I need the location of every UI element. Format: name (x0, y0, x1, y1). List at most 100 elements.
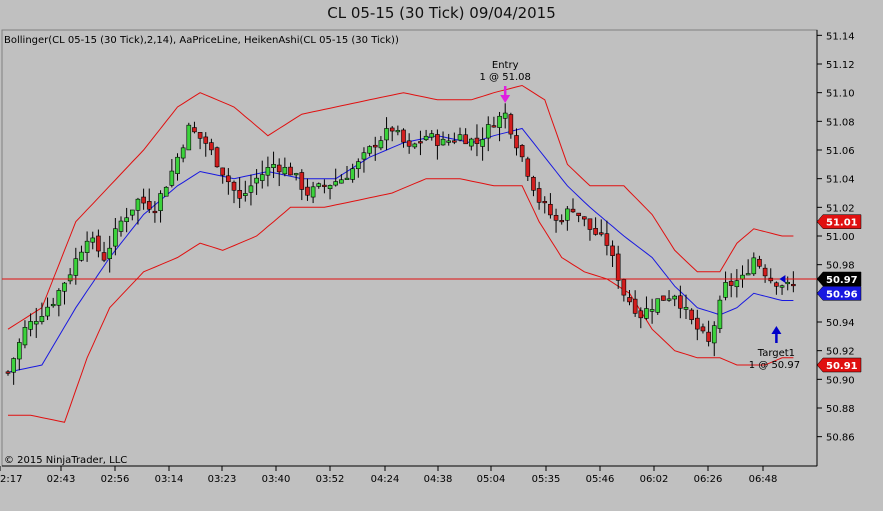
candle-body (135, 198, 141, 211)
candle-body (62, 282, 67, 292)
candle-body (175, 156, 180, 174)
candle-body (519, 145, 525, 158)
candle-body (16, 342, 22, 360)
price-tick-label: 50.88 (826, 404, 855, 415)
candle-body (559, 220, 565, 223)
candle-body (728, 280, 734, 286)
plot-area[interactable] (1, 29, 818, 467)
candle-body (220, 167, 225, 176)
time-tick-label: 06:02 (640, 474, 669, 485)
candle-body (542, 201, 548, 204)
candle-body (96, 235, 101, 252)
candle-body (152, 210, 158, 214)
candle-body (226, 175, 231, 183)
candle-body (389, 127, 395, 132)
candle-body (644, 308, 649, 319)
candle-body (480, 139, 485, 147)
candle-body (711, 325, 717, 344)
candle-body (299, 172, 305, 190)
time-tick-label: 03:52 (316, 474, 345, 485)
candle-body (694, 317, 700, 330)
candle-body (350, 168, 355, 180)
candle-body (146, 201, 152, 210)
candle-body (310, 186, 316, 198)
time-tick-label: 02:43 (47, 474, 76, 485)
candle-body (305, 186, 310, 196)
candle-body (322, 184, 327, 187)
candle-body (435, 134, 440, 146)
candle-body (395, 130, 401, 133)
candle-body (638, 310, 644, 319)
candle-body (689, 309, 694, 320)
candle-body (418, 141, 423, 144)
candle-body (5, 371, 11, 374)
candle-body (243, 193, 248, 196)
candle-body (751, 257, 757, 275)
price-tick-label: 51.08 (826, 117, 855, 128)
candle-body (327, 185, 333, 190)
price-tick-label: 50.86 (826, 433, 855, 444)
candle-body (231, 181, 237, 191)
candle-body (50, 303, 56, 307)
candle-body (412, 143, 418, 148)
price-tick-label: 51.12 (826, 60, 855, 71)
price-tick-label: 51.14 (826, 31, 855, 42)
candle-body (28, 321, 33, 330)
candle-body (700, 326, 706, 332)
candle-body (45, 306, 50, 317)
candle-body (378, 140, 384, 149)
candle-body (423, 135, 429, 141)
candle-body (678, 295, 683, 309)
time-tick-label: 03:23 (208, 474, 237, 485)
candle-body (259, 174, 265, 181)
candle-body (581, 216, 587, 220)
candle-body (672, 295, 678, 300)
candle-body (288, 166, 293, 176)
candle-body (344, 177, 350, 180)
candle-body (514, 135, 519, 149)
price-tick-label: 50.92 (826, 347, 855, 358)
price-badge-label: 50.91 (826, 361, 858, 372)
time-tick-label: 04:38 (424, 474, 453, 485)
candle-body (11, 358, 16, 373)
candle-body (762, 267, 768, 277)
candle-body (101, 252, 107, 261)
candle-body (33, 321, 39, 325)
candle-body (598, 232, 604, 235)
candle-body (661, 295, 666, 301)
indicators-label: Bollinger(CL 05-15 (30 Tick),2,14), AaPr… (4, 35, 399, 46)
candlestick-chart[interactable]: Bollinger(CL 05-15 (30 Tick),2,14), AaPr… (0, 0, 883, 511)
candle-body (56, 290, 62, 306)
candle-body (570, 208, 576, 213)
candle-body (367, 146, 372, 154)
candle-body (491, 125, 497, 128)
candle-body (73, 258, 79, 276)
time-tick-label: 04:24 (371, 474, 400, 485)
candle-body (429, 133, 435, 138)
price-badge-label: 51.01 (826, 218, 858, 229)
candle-body (655, 298, 661, 313)
candle-body (576, 212, 581, 216)
price-tick-label: 51.10 (826, 89, 855, 100)
candle-body (621, 279, 627, 296)
candle-body (485, 124, 491, 139)
candle-body (531, 176, 536, 191)
candle-body (587, 218, 593, 230)
price-tick-label: 51.06 (826, 146, 855, 157)
candle-body (271, 164, 276, 168)
entry-detail: 1 @ 51.08 (480, 72, 531, 83)
candle-body (124, 217, 129, 222)
candle-body (593, 228, 598, 235)
candle-body (118, 220, 124, 232)
candle-body (237, 189, 242, 199)
candle-body (745, 273, 751, 276)
time-tick-label: 06:26 (694, 474, 723, 485)
candle-body (683, 306, 689, 310)
target-detail: 1 @ 50.97 (749, 360, 800, 371)
candle-body (355, 161, 361, 170)
candle-body (401, 129, 406, 143)
candle-body (333, 181, 339, 186)
candle-body (316, 183, 322, 187)
price-tick-label: 50.94 (826, 318, 855, 329)
candle-body (180, 147, 186, 159)
